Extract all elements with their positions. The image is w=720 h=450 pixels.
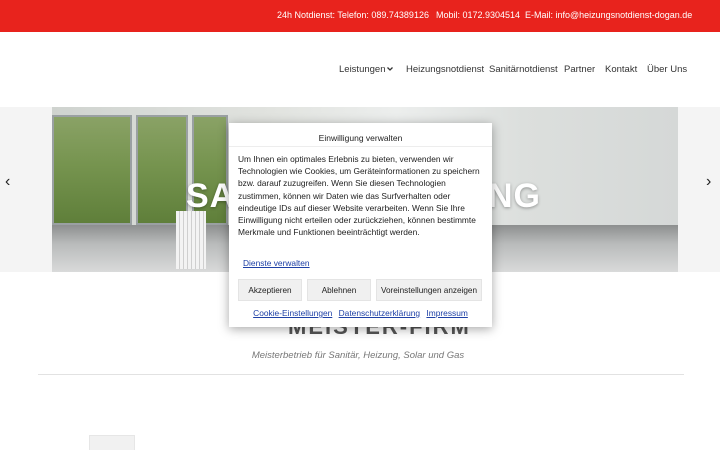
slider-prev-arrow-icon[interactable]: ‹ [5, 174, 15, 190]
accept-button[interactable]: Akzeptieren [238, 279, 302, 301]
show-preferences-button[interactable]: Voreinstellungen anzeigen [376, 279, 482, 301]
nav-item-leistungen[interactable]: Leistungen [339, 64, 385, 75]
cookie-settings-tab[interactable] [89, 435, 135, 450]
reject-button[interactable]: Ablehnen [307, 279, 371, 301]
privacy-policy-link[interactable]: Datenschutzerklärung [339, 308, 420, 318]
top-contact-bar: 24h Notdienst: Telefon: 089.74389126 Mob… [0, 0, 720, 32]
hero-radiator [176, 211, 206, 269]
hero-window [52, 115, 132, 225]
divider [38, 374, 684, 375]
hero-title-left: SA [186, 177, 236, 215]
nav-item-ueber-uns[interactable]: Über Uns [647, 64, 687, 75]
dialog-divider [229, 146, 492, 147]
slider-side-band [678, 107, 720, 272]
manage-services-link[interactable]: Dienste verwalten [243, 258, 310, 268]
tagline: Meisterbetrieb für Sanitär, Heizung, Sol… [251, 350, 465, 361]
nav-item-partner[interactable]: Partner [564, 64, 595, 75]
nav-item-heizungsnotdienst[interactable]: Heizungsnotdienst [406, 64, 484, 75]
imprint-link[interactable]: Impressum [426, 308, 467, 318]
dialog-title: Einwilligung verwalten [318, 133, 403, 143]
hero-title-right: NG [488, 177, 541, 215]
mobile-phone-text[interactable]: Mobil: 0172.9304514 [436, 10, 520, 20]
chevron-down-icon[interactable] [386, 65, 394, 73]
slider-next-arrow-icon[interactable]: › [706, 174, 716, 190]
cookie-settings-link[interactable]: Cookie-Einstellungen [253, 308, 332, 318]
dialog-footer-links: Cookie-Einstellungen Datenschutzerklärun… [229, 308, 492, 318]
nav-item-sanitaernotdienst[interactable]: Sanitärnotdienst [489, 64, 558, 75]
email-text[interactable]: E-Mail: info@heizungsnotdienst-dogan.de [525, 10, 692, 20]
cookie-consent-dialog: Einwilligung verwalten Um Ihnen ein opti… [229, 123, 492, 327]
emergency-phone-text[interactable]: 24h Notdienst: Telefon: 089.74389126 [277, 10, 429, 20]
consent-text: Um Ihnen ein optimales Erlebnis zu biete… [238, 154, 480, 238]
nav-item-kontakt[interactable]: Kontakt [605, 64, 637, 75]
hero-window [136, 115, 188, 225]
